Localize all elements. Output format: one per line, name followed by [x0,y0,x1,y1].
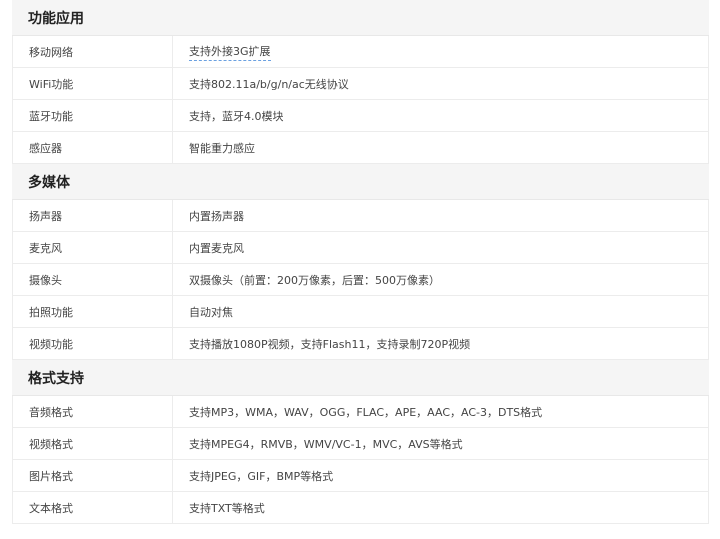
row-label: 文本格式 [13,492,173,523]
section-title: 多媒体 [12,164,709,200]
section-functions: 功能应用 移动网络 支持外接3G扩展 WiFi功能 支持802.11a/b/g/… [12,0,709,164]
row-value: 双摄像头（前置：200万像素，后置：500万像素） [189,273,440,287]
row-label: 摄像头 [13,264,173,295]
row-value: 自动对焦 [189,305,233,319]
row-label: 扬声器 [13,200,173,231]
table-row: WiFi功能 支持802.11a/b/g/n/ac无线协议 [12,68,709,100]
row-label: 移动网络 [13,36,173,67]
row-value: 支持MPEG4，RMVB，WMV/VC-1，MVC，AVS等格式 [189,437,463,451]
row-value: 支持TXT等格式 [189,501,265,515]
section-title: 格式支持 [12,360,709,396]
row-label: 视频格式 [13,428,173,459]
table-row: 拍照功能 自动对焦 [12,296,709,328]
row-value: 支持JPEG，GIF，BMP等格式 [189,469,334,483]
row-value: 智能重力感应 [189,141,255,155]
section-title: 功能应用 [12,0,709,36]
row-label: WiFi功能 [13,68,173,99]
row-label: 感应器 [13,132,173,163]
row-label: 蓝牙功能 [13,100,173,131]
row-value: 支持播放1080P视频，支持Flash11，支持录制720P视频 [189,337,471,351]
table-row: 扬声器 内置扬声器 [12,200,709,232]
row-value: 支持，蓝牙4.0模块 [189,109,284,123]
table-row: 音频格式 支持MP3，WMA，WAV，OGG，FLAC，APE，AAC，AC-3… [12,396,709,428]
table-row: 摄像头 双摄像头（前置：200万像素，后置：500万像素） [12,264,709,296]
row-label: 拍照功能 [13,296,173,327]
row-value: 内置扬声器 [189,209,244,223]
table-row: 图片格式 支持JPEG，GIF，BMP等格式 [12,460,709,492]
row-label: 麦克风 [13,232,173,263]
spec-table: 功能应用 移动网络 支持外接3G扩展 WiFi功能 支持802.11a/b/g/… [12,0,709,524]
row-value: 内置麦克风 [189,241,244,255]
row-label: 视频功能 [13,328,173,359]
table-row: 文本格式 支持TXT等格式 [12,492,709,524]
row-value: 支持802.11a/b/g/n/ac无线协议 [189,77,349,91]
row-value: 支持MP3，WMA，WAV，OGG，FLAC，APE，AAC，AC-3，DTS格… [189,405,543,419]
section-multimedia: 多媒体 扬声器 内置扬声器 麦克风 内置麦克风 摄像头 双摄像头（前置：200万… [12,164,709,360]
row-label: 图片格式 [13,460,173,491]
row-label: 音频格式 [13,396,173,427]
table-row: 蓝牙功能 支持，蓝牙4.0模块 [12,100,709,132]
table-row: 麦克风 内置麦克风 [12,232,709,264]
table-row: 视频功能 支持播放1080P视频，支持Flash11，支持录制720P视频 [12,328,709,360]
table-row: 移动网络 支持外接3G扩展 [12,36,709,68]
mobile-network-link[interactable]: 支持外接3G扩展 [189,43,271,61]
table-row: 感应器 智能重力感应 [12,132,709,164]
table-row: 视频格式 支持MPEG4，RMVB，WMV/VC-1，MVC，AVS等格式 [12,428,709,460]
row-value: 支持外接3G扩展 [173,36,708,67]
section-formats: 格式支持 音频格式 支持MP3，WMA，WAV，OGG，FLAC，APE，AAC… [12,360,709,524]
